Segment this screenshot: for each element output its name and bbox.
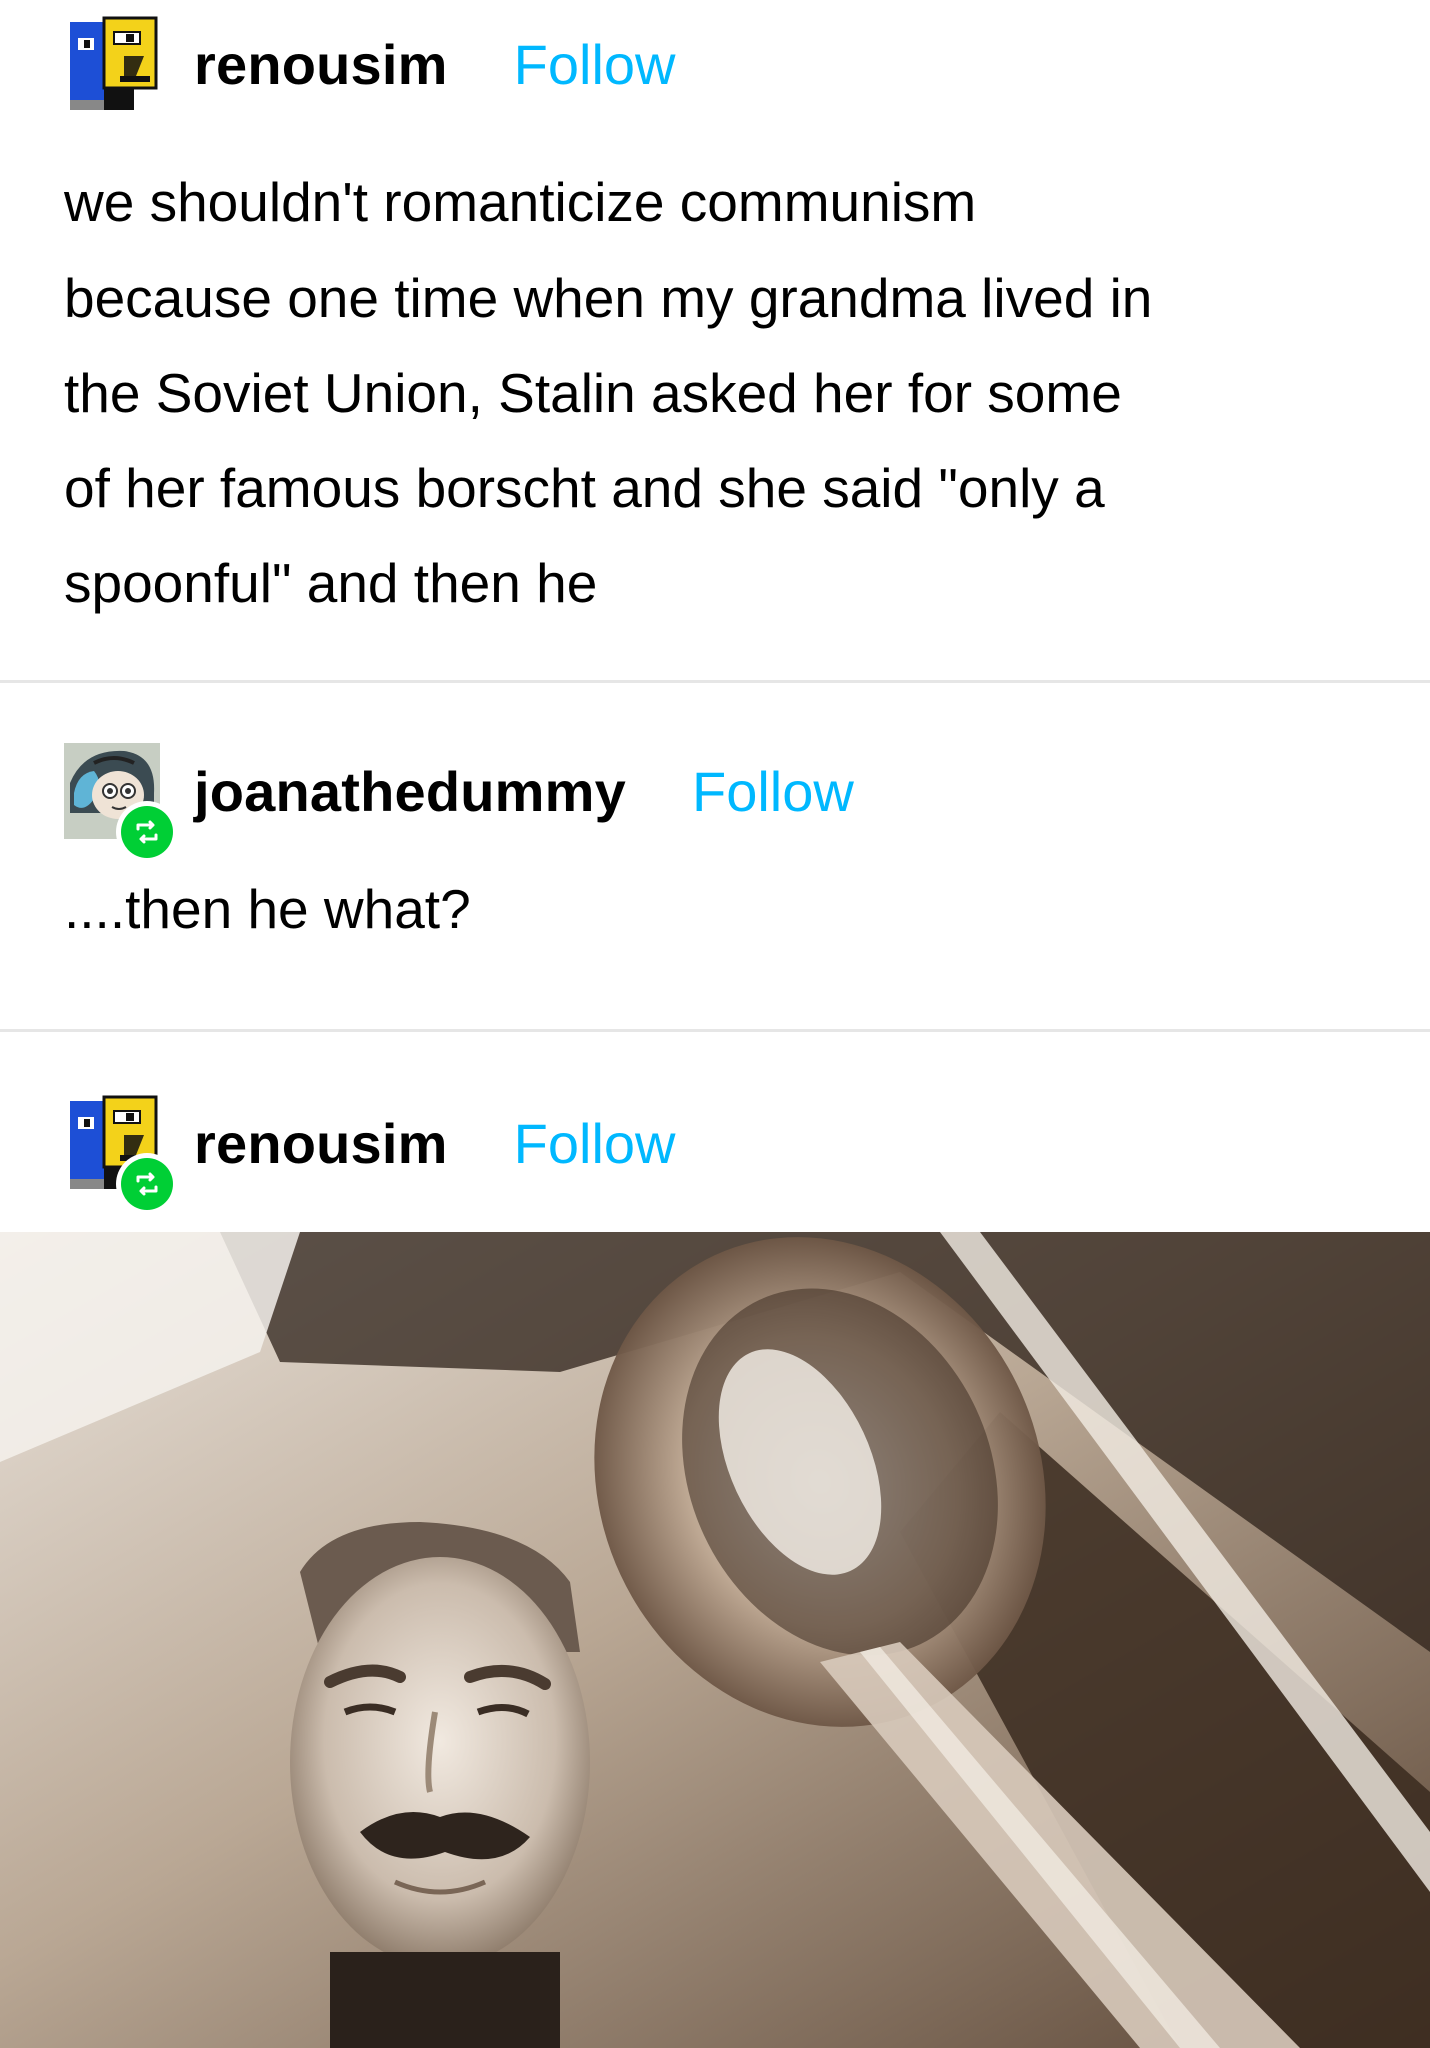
post-username[interactable]: renousim xyxy=(194,32,448,97)
post-1-header: renousim Follow xyxy=(64,14,675,114)
reblog-icon xyxy=(136,820,158,844)
post-2-header: joanathedummy Follow xyxy=(64,741,854,863)
reblog-icon xyxy=(136,1172,158,1196)
post-image[interactable] xyxy=(0,1232,1430,2048)
anime-character-avatar-icon[interactable] xyxy=(64,743,178,863)
reblog-badge xyxy=(116,801,178,863)
post-body-line: we shouldn't romanticize communism xyxy=(64,171,977,233)
post-body-line: of her famous borscht and she said "only… xyxy=(64,457,1105,519)
post-1: renousim Follow we shouldn't romanticize… xyxy=(0,0,1430,680)
stalin-face xyxy=(290,1522,590,2048)
blocky-face-avatar-icon[interactable] xyxy=(64,16,160,112)
post-body-line: the Soviet Union, Stalin asked her for s… xyxy=(64,362,1122,424)
post-body-line: because one time when my grandma lived i… xyxy=(64,267,1153,329)
post-3-header: renousim Follow xyxy=(64,1093,676,1215)
post-body-line: ....then he what? xyxy=(64,878,471,940)
post-username[interactable]: joanathedummy xyxy=(194,759,626,824)
sepia-photo-stalin-face-with-giant-spoon xyxy=(0,1232,1430,2048)
post-username[interactable]: renousim xyxy=(194,1111,448,1176)
post-3: renousim Follow xyxy=(0,1032,1430,1232)
reblog-badge xyxy=(116,1153,178,1215)
follow-button[interactable]: Follow xyxy=(514,1111,676,1176)
follow-button[interactable]: Follow xyxy=(514,32,676,97)
blocky-face-avatar-icon[interactable] xyxy=(64,1095,178,1215)
post-body-line: spoonful" and then he xyxy=(64,552,598,614)
post-2: joanathedummy Follow ....then he what? xyxy=(0,683,1430,1029)
follow-button[interactable]: Follow xyxy=(692,759,854,824)
